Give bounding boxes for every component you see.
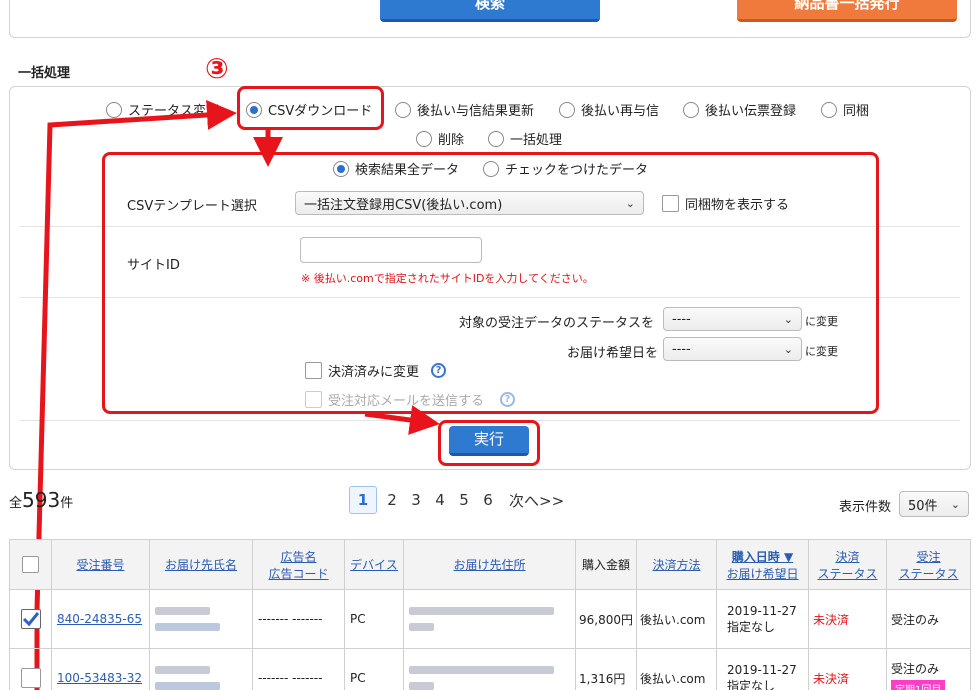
date-cell: 2019-11-27 指定なし xyxy=(716,648,809,690)
row-select-cell xyxy=(9,589,52,649)
redacted-name-link xyxy=(155,682,220,690)
col-address[interactable]: お届け先住所 xyxy=(403,539,576,590)
total-count: 全593件 xyxy=(9,488,73,512)
recipient-header[interactable]: お届け先氏名 xyxy=(165,558,237,572)
redacted-address xyxy=(409,666,554,674)
ad-cell: ------- ------- xyxy=(252,648,345,690)
redacted-name xyxy=(155,607,210,615)
settle-header-1[interactable]: 決済 xyxy=(809,548,886,565)
device-header[interactable]: デバイス xyxy=(350,558,398,572)
table-row[interactable]: 840-24835-65 ------- ------- PC 96,800円 … xyxy=(9,589,971,649)
redacted-name xyxy=(155,666,210,674)
order-no-cell: 840-24835-65 xyxy=(51,589,150,649)
col-amount: 購入金額 xyxy=(575,539,637,590)
row-checkbox[interactable] xyxy=(20,668,41,688)
settle-cell: 未決済 xyxy=(808,589,887,649)
page-link[interactable]: 2 xyxy=(383,491,401,509)
redacted-address xyxy=(409,607,554,615)
per-page-label: 表示件数 xyxy=(839,500,892,515)
device-cell: PC xyxy=(344,648,404,690)
select-all-checkbox[interactable] xyxy=(22,556,39,573)
page-link[interactable]: 5 xyxy=(455,491,473,509)
col-payment[interactable]: 決済方法 xyxy=(636,539,717,590)
per-page-select[interactable]: 50件 ⌄ xyxy=(899,491,969,517)
address-header[interactable]: お届け先住所 xyxy=(453,558,525,572)
col-order-no[interactable]: 受注番号 xyxy=(51,539,150,590)
next-page-link[interactable]: 次へ>> xyxy=(509,490,564,511)
redacted-name-link xyxy=(155,623,220,631)
order-status-cell: 受注のみ定期1回目 xyxy=(886,648,971,690)
device-cell: PC xyxy=(344,589,404,649)
purchase-date: 2019-11-27 xyxy=(727,662,797,677)
payment-header[interactable]: 決済方法 xyxy=(652,558,700,572)
arrow-to-execute xyxy=(364,405,440,435)
order-status-header-1[interactable]: 受注 xyxy=(887,548,970,565)
delivery-date: 指定なし xyxy=(727,678,776,690)
total-prefix: 全 xyxy=(9,496,23,511)
amount-cell: 1,316円 xyxy=(575,648,637,690)
delivery-date-header[interactable]: お届け希望日 xyxy=(726,567,798,581)
purchase-date-header[interactable]: 購入日時 ▼ xyxy=(717,548,808,565)
check-icon xyxy=(22,612,39,627)
col-settle[interactable]: 決済 ステータス xyxy=(808,539,887,590)
order-status-cell: 受注のみ xyxy=(886,589,971,649)
address-cell xyxy=(403,648,576,690)
date-cell: 2019-11-27 指定なし xyxy=(716,589,809,649)
order-no-link[interactable]: 840-24835-65 xyxy=(57,612,142,626)
table-header-row: 受注番号 お届け先氏名 広告名広告コード デバイス お届け先住所 購入金額 決済… xyxy=(9,539,971,590)
purchase-date: 2019-11-27 xyxy=(727,603,797,618)
ad-cell: ------- ------- xyxy=(252,589,345,649)
col-recipient[interactable]: お届け先氏名 xyxy=(149,539,253,590)
order-no-header[interactable]: 受注番号 xyxy=(76,558,124,572)
page-current[interactable]: 1 xyxy=(349,486,377,514)
ad-name-header[interactable]: 広告名 xyxy=(253,548,344,565)
order-no-cell: 100-53483-32 xyxy=(51,648,150,690)
table-row[interactable]: 100-53483-32 ------- ------- PC 1,316円 後… xyxy=(9,648,971,690)
pagination: 1 2 3 4 5 6 次へ>> xyxy=(349,486,564,514)
settle-cell: 未決済 xyxy=(808,648,887,690)
amount-header: 購入金額 xyxy=(581,558,630,572)
per-page-value: 50件 xyxy=(908,498,938,514)
order-status: 受注のみ xyxy=(891,661,940,676)
chevron-down-icon: ⌄ xyxy=(950,497,960,511)
total-number: 593 xyxy=(22,488,61,512)
page-link[interactable]: 4 xyxy=(431,491,449,509)
recipient-cell xyxy=(149,589,253,649)
col-order-status[interactable]: 受注 ステータス xyxy=(886,539,971,590)
redacted-address xyxy=(409,623,434,631)
ad-code-header[interactable]: 広告コード xyxy=(268,567,328,581)
redacted-address xyxy=(409,682,434,690)
row-select-cell xyxy=(9,648,52,690)
delivery-date: 指定なし xyxy=(727,619,776,634)
total-suffix: 件 xyxy=(60,496,74,511)
address-cell xyxy=(403,589,576,649)
col-date[interactable]: 購入日時 ▼ お届け希望日 xyxy=(716,539,809,590)
amount-cell: 96,800円 xyxy=(575,589,637,649)
recipient-cell xyxy=(149,648,253,690)
subscription-badge: 定期1回目 xyxy=(891,679,946,690)
col-device[interactable]: デバイス xyxy=(344,539,404,590)
page-link[interactable]: 3 xyxy=(407,491,425,509)
row-checkbox[interactable] xyxy=(20,609,41,629)
order-no-link[interactable]: 100-53483-32 xyxy=(57,671,142,685)
page-link[interactable]: 6 xyxy=(479,491,497,509)
col-ad[interactable]: 広告名 広告コード xyxy=(252,539,345,590)
payment-cell: 後払い.com xyxy=(636,648,717,690)
orders-table: 受注番号 お届け先氏名 広告名広告コード デバイス お届け先住所 購入金額 決済… xyxy=(9,539,971,690)
select-all-cell xyxy=(9,539,52,590)
settle-header-2[interactable]: ステータス xyxy=(817,567,877,581)
order-status-header-2[interactable]: ステータス xyxy=(898,567,958,581)
payment-cell: 後払い.com xyxy=(636,589,717,649)
